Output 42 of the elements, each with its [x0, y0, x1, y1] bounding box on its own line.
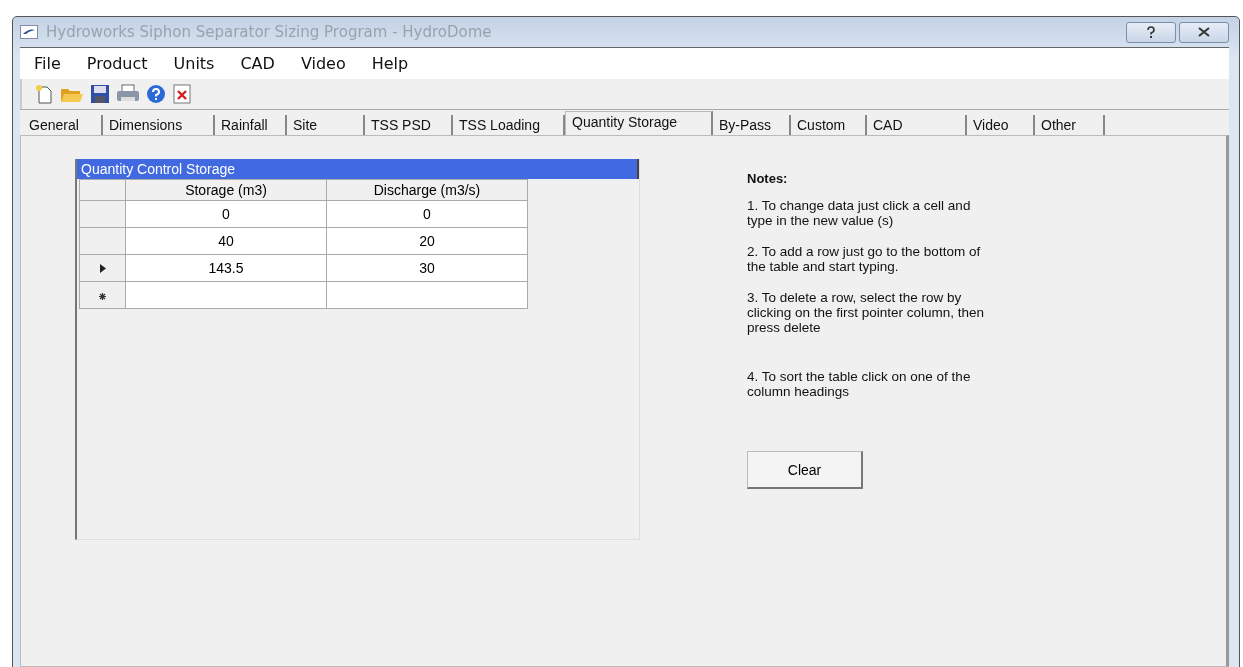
note-text: 1. To change data just click a cell and type in the new value (s) — [747, 198, 972, 228]
note-text: 2. To add a row just go to the bottom of the table and start typing. — [747, 244, 982, 274]
save-icon — [90, 84, 110, 104]
table-cell[interactable]: 0 — [125, 200, 327, 228]
printer-icon — [116, 84, 140, 104]
table-cell[interactable]: 20 — [326, 227, 528, 255]
new-file-icon — [34, 84, 54, 104]
grid-title: Quantity Control Storage — [77, 159, 639, 179]
clear-button[interactable]: Clear — [747, 451, 863, 489]
table-cell[interactable]: 30 — [326, 254, 528, 282]
help-button[interactable] — [1126, 21, 1176, 43]
menu-item[interactable]: Units — [173, 54, 215, 73]
row-header[interactable] — [79, 254, 126, 282]
delete-document-icon — [172, 84, 192, 104]
help-icon — [146, 84, 166, 104]
menu-item[interactable]: CAD — [240, 54, 275, 73]
tab[interactable]: Quantity Storage — [565, 111, 713, 135]
menu-item[interactable]: File — [34, 54, 61, 73]
column-header[interactable]: Discharge (m3/s) — [326, 179, 528, 201]
column-header[interactable]: Storage (m3) — [125, 179, 327, 201]
close-button[interactable] — [1179, 21, 1229, 43]
menu-item[interactable]: Product — [86, 54, 148, 73]
table-cell[interactable]: 40 — [125, 227, 327, 255]
close-icon — [1197, 27, 1211, 37]
menu-item[interactable]: Help — [371, 54, 409, 73]
note-text: 3. To delete a row, select the row by clicking on the first pointer column, then press delete — [747, 290, 986, 335]
menu-item[interactable]: Video — [300, 54, 346, 73]
table-cell[interactable]: 143.5 — [125, 254, 327, 282]
table-cell[interactable] — [326, 281, 528, 309]
app-icon — [20, 25, 38, 39]
note-text: 4. To sort the table click on one of the column headings — [747, 369, 972, 399]
window-title: Hydroworks Siphon Separator Sizing Program - HydroDome — [46, 23, 492, 41]
new-row-icon — [99, 293, 106, 300]
row-pointer-icon — [99, 264, 106, 273]
row-header — [79, 179, 126, 201]
row-header[interactable] — [79, 200, 126, 228]
table-cell[interactable] — [125, 281, 327, 309]
help-icon — [1145, 26, 1157, 38]
row-header[interactable] — [79, 227, 126, 255]
table-cell[interactable]: 0 — [326, 200, 528, 228]
notes-heading: Notes: — [747, 171, 789, 186]
row-header[interactable] — [79, 281, 126, 309]
